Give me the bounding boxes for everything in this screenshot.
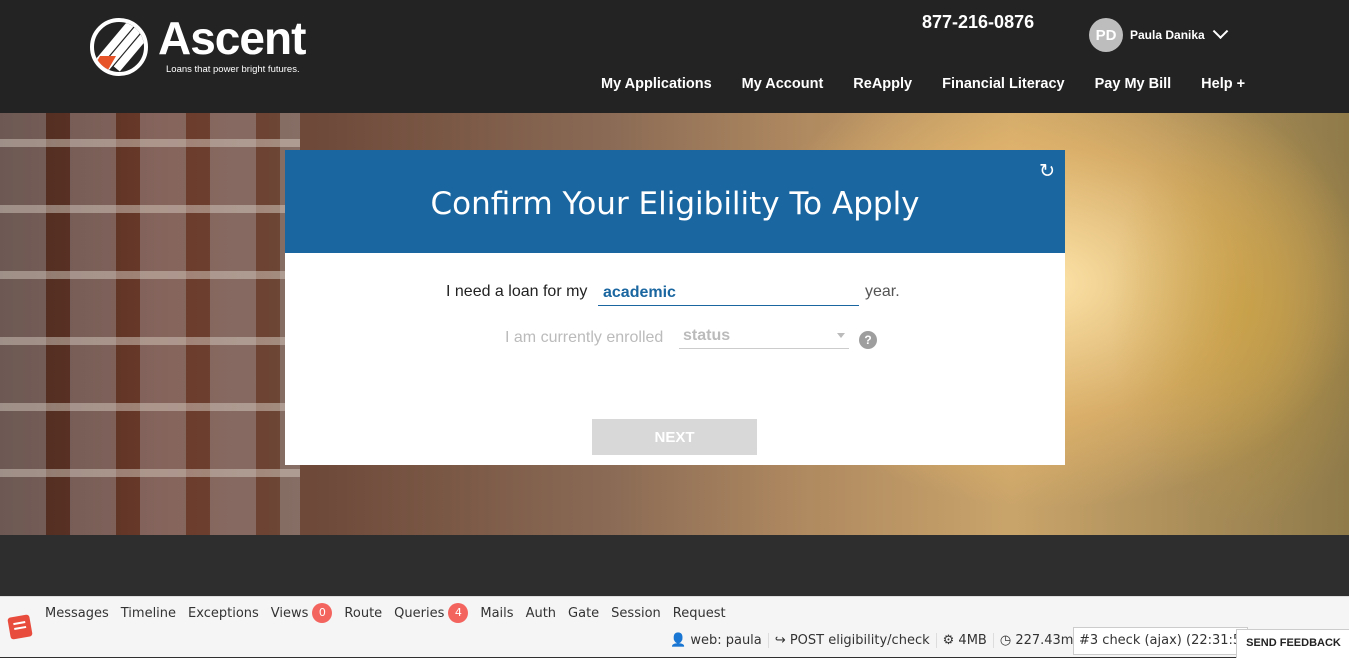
logo-tagline: Loans that power bright futures. xyxy=(166,64,300,75)
share-icon: ↪ xyxy=(774,633,786,648)
tab-auth[interactable]: Auth xyxy=(526,606,556,621)
enrolled-label: I am currently enrolled xyxy=(505,329,664,346)
tab-views[interactable]: Views 0 xyxy=(271,603,333,623)
debug-user: 👤 web: paula xyxy=(664,633,769,648)
dropdown-arrow-icon xyxy=(837,333,845,338)
debugbar-status: 👤 web: paula ↪ POST eligibility/check ⚙ … xyxy=(664,633,1088,648)
user-name: Paula Danika xyxy=(1130,28,1205,42)
debug-bar: Messages Timeline Exceptions Views 0 Rout… xyxy=(0,596,1349,658)
request-select[interactable]: #3 check (ajax) (22:31:55) xyxy=(1073,627,1248,655)
eligibility-card: Confirm Your Eligibility To Apply ↻ I ne… xyxy=(285,150,1065,465)
avatar: PD xyxy=(1089,18,1123,52)
user-icon: 👤 xyxy=(670,633,687,648)
tab-timeline[interactable]: Timeline xyxy=(121,606,176,621)
nav-help[interactable]: Help + xyxy=(1201,76,1245,92)
queries-count-badge: 4 xyxy=(448,603,469,623)
phone-number[interactable]: 877-216-0876 xyxy=(922,12,1034,33)
ascent-logo[interactable]: Ascent Loans that power bright futures. xyxy=(90,14,330,80)
chevron-down-icon xyxy=(1212,22,1228,39)
clock-icon: ◷ xyxy=(999,633,1012,648)
tab-route[interactable]: Route xyxy=(344,606,382,621)
debug-memory: ⚙ 4MB xyxy=(937,633,994,648)
tab-request[interactable]: Request xyxy=(673,606,726,621)
enrollment-status-select[interactable]: status xyxy=(679,327,849,349)
send-feedback-button[interactable]: SEND FEEDBACK xyxy=(1236,629,1349,658)
tab-mails[interactable]: Mails xyxy=(480,606,513,621)
cogs-icon: ⚙ xyxy=(942,633,955,648)
refresh-icon[interactable]: ↻ xyxy=(1039,160,1055,183)
nav-reapply[interactable]: ReApply xyxy=(853,76,912,92)
debug-route: ↪ POST eligibility/check xyxy=(769,633,937,648)
tab-exceptions[interactable]: Exceptions xyxy=(188,606,259,621)
card-header: Confirm Your Eligibility To Apply ↻ xyxy=(285,150,1065,253)
loan-label: I need a loan for my xyxy=(446,283,588,300)
tab-gate[interactable]: Gate xyxy=(568,606,599,621)
enrollment-status-value: status xyxy=(683,327,731,344)
tab-session[interactable]: Session xyxy=(611,606,661,621)
page-title: Confirm Your Eligibility To Apply xyxy=(430,185,920,222)
nav-financial-literacy[interactable]: Financial Literacy xyxy=(942,76,1065,92)
nav-my-applications[interactable]: My Applications xyxy=(601,76,712,92)
nav-my-account[interactable]: My Account xyxy=(742,76,824,92)
building-image xyxy=(0,113,300,535)
logo-text: Ascent xyxy=(158,12,306,64)
tab-queries[interactable]: Queries 4 xyxy=(394,603,469,623)
next-button[interactable]: NEXT xyxy=(592,419,757,455)
loan-year-input[interactable] xyxy=(598,281,859,306)
loan-suffix: year. xyxy=(865,283,900,300)
help-icon[interactable]: ? xyxy=(859,331,877,349)
main-nav: My Applications My Account ReApply Finan… xyxy=(601,76,1275,92)
user-menu[interactable]: PD Paula Danika xyxy=(1089,18,1228,52)
page-footer-band xyxy=(0,535,1349,596)
nav-pay-my-bill[interactable]: Pay My Bill xyxy=(1095,76,1172,92)
loan-year-row: I need a loan for my year. xyxy=(285,281,1065,307)
tab-messages[interactable]: Messages xyxy=(45,606,109,621)
views-count-badge: 0 xyxy=(312,603,333,623)
debugbar-tabs: Messages Timeline Exceptions Views 0 Rout… xyxy=(45,603,738,623)
logo-mark-icon xyxy=(90,18,148,76)
top-header: Ascent Loans that power bright futures. … xyxy=(0,0,1349,113)
enrollment-row: I am currently enrolled status ? xyxy=(285,327,1065,353)
debugbar-logo-icon[interactable] xyxy=(7,614,33,640)
trees-image xyxy=(1069,113,1349,535)
